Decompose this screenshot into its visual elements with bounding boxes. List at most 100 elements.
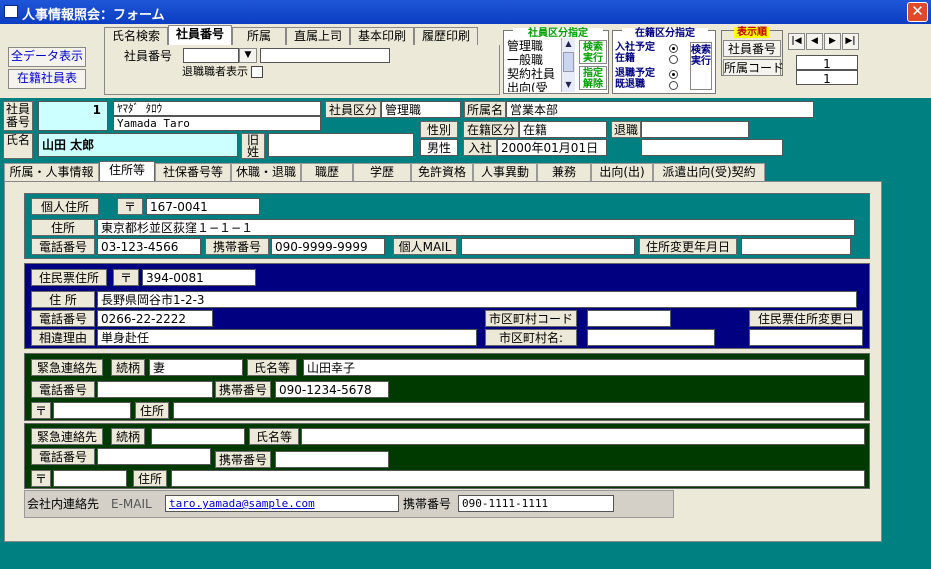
join-extra-field[interactable]: [641, 139, 783, 156]
tab-address[interactable]: 住所等: [99, 161, 155, 183]
postal-label: 〒: [31, 470, 51, 487]
resident-phone-field[interactable]: 0266-22-2222: [97, 310, 213, 327]
personal-mail-field[interactable]: [461, 238, 635, 255]
scroll-up-icon[interactable]: ▲: [562, 38, 575, 50]
all-data-button[interactable]: 全データ表示: [8, 47, 86, 67]
contact-address-field[interactable]: [173, 402, 865, 419]
sort-dept-code-button[interactable]: 所属コード: [723, 59, 784, 76]
tab-licenses[interactable]: 免許資格: [411, 163, 473, 181]
name-label: 氏名: [3, 133, 33, 159]
tab-transfers[interactable]: 人事異動: [473, 163, 537, 181]
emergency-contact-2: 緊急連絡先 続柄 氏名等 電話番号 携帯番号 〒 住所: [24, 423, 870, 489]
category-item[interactable]: 出向(受: [507, 80, 548, 92]
first-record-icon[interactable]: |◀: [788, 33, 805, 50]
contact-postal-field[interactable]: [53, 470, 127, 487]
last-record-icon[interactable]: ▶|: [842, 33, 859, 50]
scroll-thumb[interactable]: [563, 52, 574, 72]
sort-employee-no-button[interactable]: 社員番号: [723, 40, 781, 57]
contact-mobile-field[interactable]: [275, 451, 389, 468]
category-field[interactable]: 管理職: [381, 101, 461, 118]
tab-supervisor[interactable]: 直属上司: [286, 27, 350, 45]
dropdown-arrow-icon[interactable]: ▼: [239, 48, 257, 63]
category-search-button[interactable]: 検索実行: [579, 40, 607, 64]
tab-career[interactable]: 職歴: [301, 163, 353, 181]
status-radio[interactable]: [669, 44, 678, 53]
tab-department[interactable]: 所属: [232, 27, 286, 45]
postal-label: 〒: [117, 198, 143, 215]
emp-no-field[interactable]: 1: [38, 101, 108, 131]
city-name-field[interactable]: [587, 329, 715, 346]
tab-name-search[interactable]: 氏名検索: [104, 27, 168, 45]
retired-checkbox[interactable]: [251, 66, 263, 78]
phone-label: 電話番号: [31, 238, 95, 255]
gender-field[interactable]: 男性: [420, 139, 458, 156]
scroll-down-icon[interactable]: ▼: [562, 79, 575, 91]
old-surname-label: 旧姓: [241, 133, 265, 159]
address-label: 住所: [133, 470, 167, 487]
resident-changed-field[interactable]: [749, 329, 863, 346]
personal-postal-field[interactable]: 167-0041: [146, 198, 260, 215]
company-mobile-field[interactable]: 090-1111-1111: [458, 495, 614, 512]
tab-secondment[interactable]: 出向(出): [591, 163, 653, 181]
status-radio[interactable]: [669, 81, 678, 90]
employee-no-select[interactable]: [183, 48, 239, 63]
record-number-field[interactable]: 1: [796, 55, 858, 70]
relation-field[interactable]: 妻: [149, 359, 243, 376]
category-clear-button[interactable]: 指定解除: [579, 66, 607, 90]
status-radio[interactable]: [669, 55, 678, 64]
dept-field[interactable]: 営業本部: [506, 101, 814, 118]
relation-field[interactable]: [151, 428, 245, 445]
resident-address-section: 住民票住所 〒 394-0081 住 所 長野県岡谷市1-2-3 電話番号 02…: [24, 263, 870, 349]
window-titlebar: 人事情報照会：フォーム ✕: [0, 0, 931, 24]
header-panel: 氏名検索 社員番号 所属 直属上司 基本印刷 履歴印刷 全データ表示 在籍社員表…: [0, 24, 931, 98]
personal-address-field[interactable]: 東京都杉並区荻窪１−１−１: [97, 219, 855, 236]
name-field[interactable]: 山田 太郎: [38, 133, 238, 157]
kana-field[interactable]: ﾔﾏﾀﾞ ﾀﾛｳ: [113, 101, 321, 116]
tab-concurrent[interactable]: 兼務: [537, 163, 591, 181]
tab-dispatch[interactable]: 派遣出向(受)契約: [653, 163, 765, 181]
tab-education[interactable]: 学歴: [353, 163, 411, 181]
contact-phone-field[interactable]: [97, 448, 211, 465]
city-code-field[interactable]: [587, 310, 671, 327]
contact-name-field[interactable]: 山田幸子: [303, 359, 865, 376]
company-contact-title: 会社内連絡先: [27, 497, 100, 511]
roman-name-field[interactable]: Yamada Taro: [113, 116, 321, 131]
reason-label: 相違理由: [31, 329, 95, 346]
status-radio[interactable]: [669, 70, 678, 79]
tab-leave[interactable]: 休職・退職: [231, 163, 301, 181]
tab-basic-print[interactable]: 基本印刷: [350, 27, 414, 45]
contact-postal-field[interactable]: [53, 402, 131, 419]
contact-mobile-field[interactable]: 090-1234-5678: [275, 381, 389, 398]
retire-field[interactable]: [641, 121, 749, 138]
tab-history-print[interactable]: 履歴印刷: [414, 27, 478, 45]
mobile-label: 携帯番号: [205, 238, 269, 255]
status-search-button[interactable]: 検索実行: [690, 42, 712, 90]
category-scrollbar[interactable]: ▲ ▼: [561, 38, 575, 92]
contact-address-field[interactable]: [171, 470, 865, 487]
tab-insurance[interactable]: 社保番号等: [155, 163, 231, 181]
status-field[interactable]: 在籍: [519, 121, 607, 138]
gender-label: 性別: [420, 121, 458, 138]
old-surname-field[interactable]: [268, 133, 414, 157]
resident-postal-field[interactable]: 394-0081: [142, 269, 256, 286]
resident-address-field[interactable]: 長野県岡谷市1-2-3: [97, 291, 857, 308]
active-employees-button[interactable]: 在籍社員表: [8, 69, 86, 89]
contact-phone-field[interactable]: [97, 381, 213, 398]
postal-label: 〒: [113, 269, 139, 286]
join-date-field[interactable]: 2000年01月01日: [497, 139, 607, 156]
tab-affiliation[interactable]: 所属・人事情報: [4, 163, 99, 181]
relation-label: 続柄: [111, 359, 145, 376]
company-email-link[interactable]: taro.yamada@sample.com: [165, 495, 399, 512]
address-changed-field[interactable]: [741, 238, 851, 255]
personal-phone-field[interactable]: 03-123-4566: [97, 238, 201, 255]
next-record-icon[interactable]: ▶: [824, 33, 841, 50]
company-contact-section: 会社内連絡先 E-MAIL taro.yamada@sample.com 携帯番…: [24, 490, 674, 518]
close-icon[interactable]: ✕: [907, 2, 928, 22]
reason-field[interactable]: 単身赴任: [97, 329, 477, 346]
contact-name-label: 氏名等: [249, 428, 299, 445]
tab-employee-no[interactable]: 社員番号: [168, 25, 232, 45]
contact-name-field[interactable]: [301, 428, 865, 445]
prev-record-icon[interactable]: ◀: [806, 33, 823, 50]
personal-mobile-field[interactable]: 090-9999-9999: [271, 238, 385, 255]
city-name-label: 市区町村名:: [485, 329, 577, 346]
